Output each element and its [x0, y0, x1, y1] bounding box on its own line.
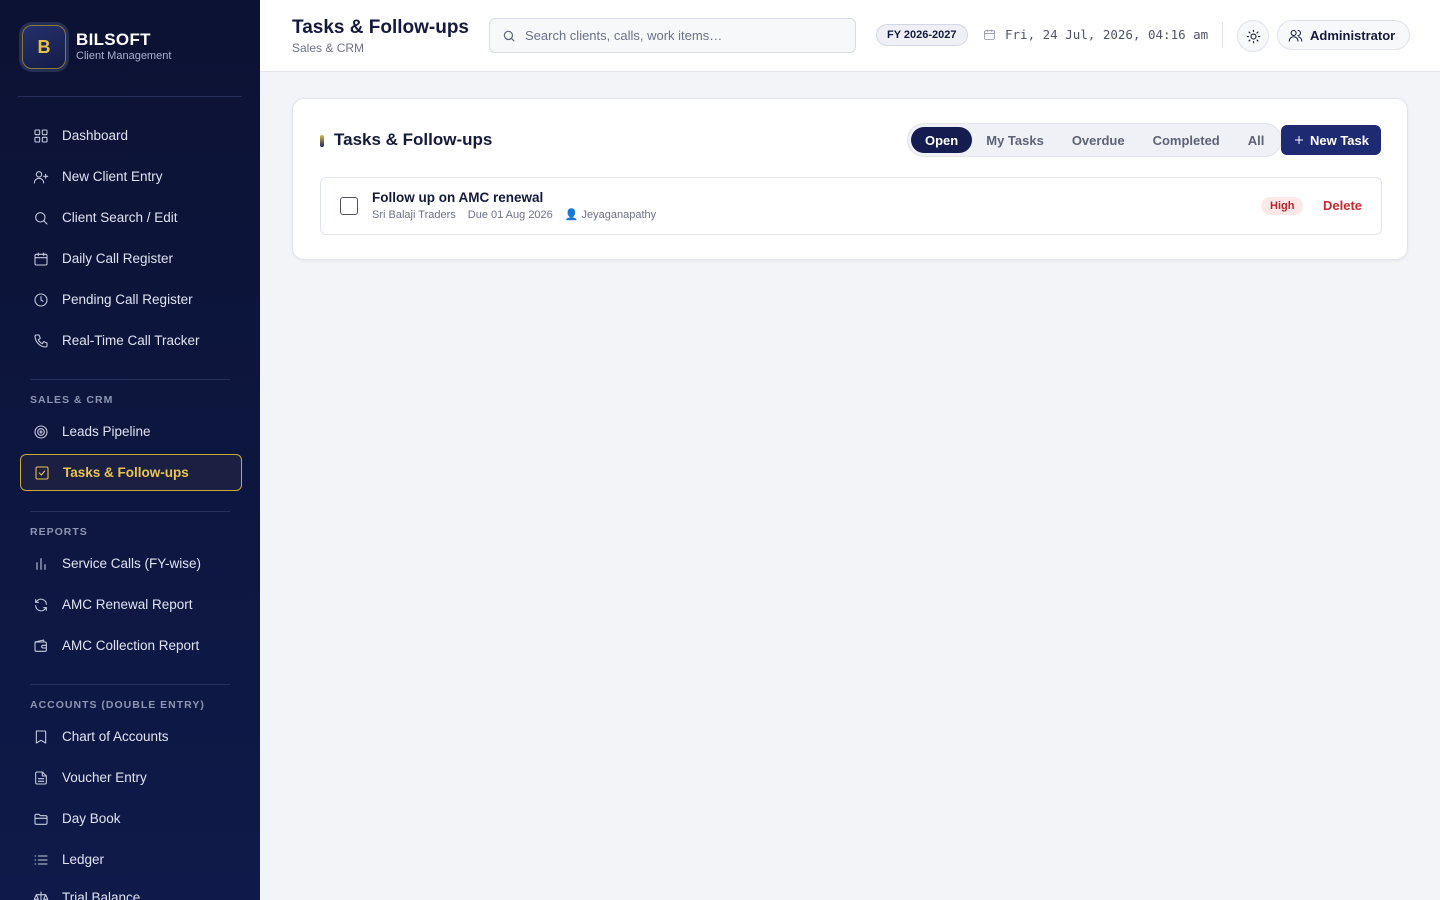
refresh-icon: [35, 598, 47, 611]
task-complete-checkbox[interactable]: [340, 197, 358, 215]
person-icon: 👤: [564, 209, 579, 221]
sidebar-item-real-time-call-tracker[interactable]: Real-Time Call Tracker: [20, 322, 242, 359]
sidebar-item-chart-of-accounts[interactable]: Chart of Accounts: [20, 718, 242, 755]
top-header: Tasks & Follow-ups Sales & CRM FY 2026-2…: [260, 0, 1440, 72]
filter-my-tasks[interactable]: My Tasks: [972, 127, 1058, 153]
plus-icon: [1294, 136, 1303, 144]
sidebar-item-label: Service Calls (FY-wise): [62, 556, 202, 571]
sidebar-item-label: Ledger: [62, 852, 105, 867]
user-menu-button[interactable]: Administrator: [1277, 20, 1411, 50]
page-title: Tasks & Follow-ups: [292, 17, 470, 38]
sidebar-item-label: Dashboard: [62, 128, 129, 143]
sidebar-item-label: Tasks & Follow-ups: [63, 465, 189, 480]
section-title-accounts: ACCOUNTS (DOUBLE ENTRY): [30, 699, 205, 711]
sidebar-item-label: AMC Renewal Report: [62, 597, 193, 612]
users-icon: [1288, 29, 1303, 42]
file-text-icon: [35, 770, 47, 785]
task-due-date: Due 01 Aug 2026: [467, 208, 553, 221]
sidebar-item-trial-balance[interactable]: Trial Balance: [20, 879, 242, 900]
sidebar-item-day-book[interactable]: Day Book: [20, 800, 242, 837]
sidebar-item-label: Real-Time Call Tracker: [62, 333, 200, 348]
new-task-label: New Task: [1309, 132, 1369, 148]
search-icon: [503, 30, 515, 42]
sidebar-item-tasks-follow-ups[interactable]: Tasks & Follow-ups: [20, 454, 242, 491]
filter-completed[interactable]: Completed: [1139, 127, 1234, 153]
user-name: Administrator: [1310, 27, 1396, 43]
priority-badge: High: [1261, 197, 1304, 215]
brand-name: BILSOFT: [76, 30, 151, 49]
sun-icon: [1246, 29, 1260, 43]
task-filter-tabs: Open My Tasks Overdue Completed All: [907, 123, 1283, 157]
book-icon: [35, 729, 47, 744]
sidebar-divider: [30, 684, 230, 685]
page-subtitle: Sales & CRM: [292, 41, 365, 55]
sidebar-item-label: Trial Balance: [62, 890, 141, 900]
card-title: Tasks & Follow-ups: [334, 130, 493, 149]
check-square-icon: [35, 465, 49, 480]
global-search[interactable]: [489, 18, 856, 53]
sidebar-item-label: Chart of Accounts: [62, 729, 169, 744]
filter-all[interactable]: All: [1234, 127, 1279, 153]
delete-task-button[interactable]: Delete: [1323, 198, 1362, 213]
brand-logo: B: [22, 25, 66, 69]
sidebar-item-amc-collection-report[interactable]: AMC Collection Report: [20, 627, 242, 664]
bar-chart-icon: [36, 557, 46, 570]
sidebar-divider: [18, 96, 242, 97]
sidebar-item-voucher-entry[interactable]: Voucher Entry: [20, 759, 242, 796]
search-icon: [35, 211, 48, 225]
sidebar-item-label: Pending Call Register: [62, 292, 193, 307]
sidebar-item-label: Daily Call Register: [62, 251, 174, 266]
section-title-sales: SALES & CRM: [30, 394, 114, 406]
theme-toggle-button[interactable]: [1237, 20, 1269, 52]
sidebar-divider: [30, 511, 230, 512]
clock-icon: [34, 292, 48, 307]
task-meta: Sri Balaji Traders Due 01 Aug 2026 👤 Jey…: [372, 208, 668, 222]
sidebar-item-label: Day Book: [62, 811, 121, 826]
wallet-icon: [34, 638, 47, 652]
sidebar-item-label: Voucher Entry: [62, 770, 147, 785]
folder-open-icon: [34, 813, 48, 825]
new-task-button[interactable]: New Task: [1281, 125, 1381, 155]
sidebar-item-leads-pipeline[interactable]: Leads Pipeline: [20, 413, 242, 450]
calendar-icon: [984, 29, 995, 40]
user-plus-icon: [33, 170, 49, 184]
sidebar-item-label: AMC Collection Report: [62, 638, 200, 653]
calendar-icon: [34, 251, 48, 266]
sidebar-item-ledger[interactable]: Ledger: [20, 841, 242, 878]
sidebar-item-daily-call-register[interactable]: Daily Call Register: [20, 240, 242, 277]
sidebar-item-label: Client Search / Edit: [62, 210, 178, 225]
task-client: Sri Balaji Traders: [372, 208, 456, 221]
grid-icon: [34, 128, 48, 143]
list-icon: [34, 854, 48, 865]
filter-open[interactable]: Open: [911, 127, 973, 153]
filter-overdue[interactable]: Overdue: [1058, 127, 1139, 153]
fy-badge[interactable]: FY 2026-2027: [876, 24, 968, 46]
datetime-display: Fri, 24 Jul, 2026, 04:16 am: [983, 27, 1208, 42]
sidebar-item-pending-call-register[interactable]: Pending Call Register: [20, 281, 242, 318]
sidebar-item-client-search[interactable]: Client Search / Edit: [20, 199, 242, 236]
task-title: Follow up on AMC renewal: [372, 190, 544, 205]
tasks-card: Tasks & Follow-ups Open My Tasks Overdue…: [292, 98, 1408, 260]
search-input[interactable]: [525, 28, 845, 43]
task-row: Follow up on AMC renewal Sri Balaji Trad…: [320, 177, 1382, 235]
section-title-reports: REPORTS: [30, 526, 88, 538]
target-icon: [34, 424, 48, 439]
sidebar-item-dashboard[interactable]: Dashboard: [20, 117, 242, 154]
sidebar-item-new-client-entry[interactable]: New Client Entry: [20, 158, 242, 195]
brand: B BILSOFT Client Management: [22, 25, 171, 69]
scale-icon: [33, 890, 49, 900]
title-accent-bar: [320, 135, 324, 147]
task-assignee: Jeyaganapathy: [581, 208, 657, 221]
sidebar-item-service-calls[interactable]: Service Calls (FY-wise): [20, 545, 242, 582]
sidebar-item-label: Leads Pipeline: [62, 424, 151, 439]
brand-subtitle: Client Management: [76, 50, 172, 62]
sidebar-item-label: New Client Entry: [62, 169, 163, 184]
sidebar-item-amc-renewal-report[interactable]: AMC Renewal Report: [20, 586, 242, 623]
phone-icon: [34, 333, 48, 348]
datetime-text: Fri, 24 Jul, 2026, 04:16 am: [1005, 27, 1209, 42]
header-divider: [1222, 22, 1223, 48]
sidebar-divider: [30, 379, 230, 380]
sidebar: B BILSOFT Client Management Dashboard Ne…: [0, 0, 260, 900]
